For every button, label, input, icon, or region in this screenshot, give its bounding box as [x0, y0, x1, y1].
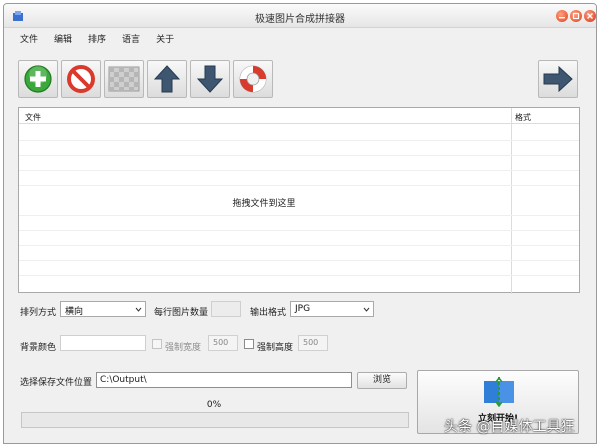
arrange-value: 横向: [65, 307, 84, 317]
output-format-value: JPG: [295, 304, 311, 314]
minimize-button[interactable]: [556, 10, 568, 22]
row-divider: [19, 275, 579, 276]
row-divider: [19, 185, 579, 186]
row-divider: [19, 140, 579, 141]
move-up-button[interactable]: [147, 60, 187, 98]
app-window: 极速图片合成拼接器 文件 编辑 排序 语言 关于 文件 格式 拖拽文件到这里 排…: [3, 3, 597, 444]
chevron-down-icon: [363, 307, 370, 312]
clear-button[interactable]: [104, 60, 144, 98]
file-list-header: 文件 格式: [19, 108, 579, 124]
column-file[interactable]: 文件: [25, 112, 41, 123]
row-divider: [19, 215, 579, 216]
force-width-input[interactable]: 500: [208, 335, 238, 351]
column-format[interactable]: 格式: [515, 112, 531, 123]
file-list[interactable]: 文件 格式 拖拽文件到这里: [18, 107, 580, 294]
chevron-down-icon: [135, 307, 142, 312]
drop-hint: 拖拽文件到这里: [232, 199, 296, 209]
arrange-label: 排列方式: [20, 308, 57, 318]
help-button[interactable]: [233, 60, 273, 98]
row-divider: [19, 245, 579, 246]
lifebuoy-icon: [239, 65, 267, 93]
progress-bar: [21, 412, 409, 428]
close-icon: [587, 13, 593, 19]
arrange-select[interactable]: 横向: [60, 301, 146, 317]
menu-file[interactable]: 文件: [12, 29, 46, 51]
row-divider: [19, 260, 579, 261]
move-down-button[interactable]: [190, 60, 230, 98]
per-row-label: 每行图片数量: [154, 308, 209, 318]
title-bar: 极速图片合成拼接器: [4, 4, 596, 28]
browse-button[interactable]: 浏览: [357, 372, 407, 389]
menu-edit[interactable]: 编辑: [46, 29, 80, 51]
move-up-icon: [154, 65, 180, 93]
merge-images-icon: [484, 377, 514, 407]
force-width-label: 强制宽度: [165, 343, 202, 353]
clear-icon: [108, 66, 140, 92]
bg-color-picker[interactable]: [60, 335, 146, 351]
add-icon: [24, 65, 52, 93]
add-button[interactable]: [18, 60, 58, 98]
arrow-right-icon: [543, 66, 573, 92]
close-button[interactable]: [584, 10, 596, 22]
remove-button[interactable]: [61, 60, 101, 98]
column-divider: [511, 108, 512, 294]
next-button[interactable]: [538, 60, 578, 98]
watermark: 头条 @自媒体工具狂: [444, 419, 575, 435]
row-divider: [19, 230, 579, 231]
menu-sort[interactable]: 排序: [80, 29, 114, 51]
menu-about[interactable]: 关于: [148, 29, 182, 51]
minimize-icon: [559, 17, 565, 19]
remove-icon: [67, 65, 95, 93]
force-height-checkbox[interactable]: [244, 339, 254, 349]
row-divider: [19, 170, 579, 171]
maximize-button[interactable]: [570, 10, 582, 22]
force-height-label: 强制高度: [257, 343, 294, 353]
output-format-select[interactable]: JPG: [290, 301, 374, 317]
per-row-input[interactable]: [211, 301, 241, 317]
save-path-input[interactable]: C:\Output\: [96, 372, 352, 388]
bg-color-label: 背景颜色: [20, 343, 57, 353]
row-divider: [19, 155, 579, 156]
menu-language[interactable]: 语言: [114, 29, 148, 51]
force-height-input[interactable]: 500: [298, 335, 328, 351]
maximize-icon: [572, 12, 580, 20]
menu-bar: 文件 编辑 排序 语言 关于: [4, 29, 596, 51]
save-location-label: 选择保存文件位置: [20, 378, 93, 388]
progress-text: 0%: [206, 400, 222, 410]
move-down-icon: [197, 65, 223, 93]
force-width-checkbox[interactable]: [152, 339, 162, 349]
output-format-label: 输出格式: [250, 308, 287, 318]
window-title: 极速图片合成拼接器: [255, 14, 345, 25]
